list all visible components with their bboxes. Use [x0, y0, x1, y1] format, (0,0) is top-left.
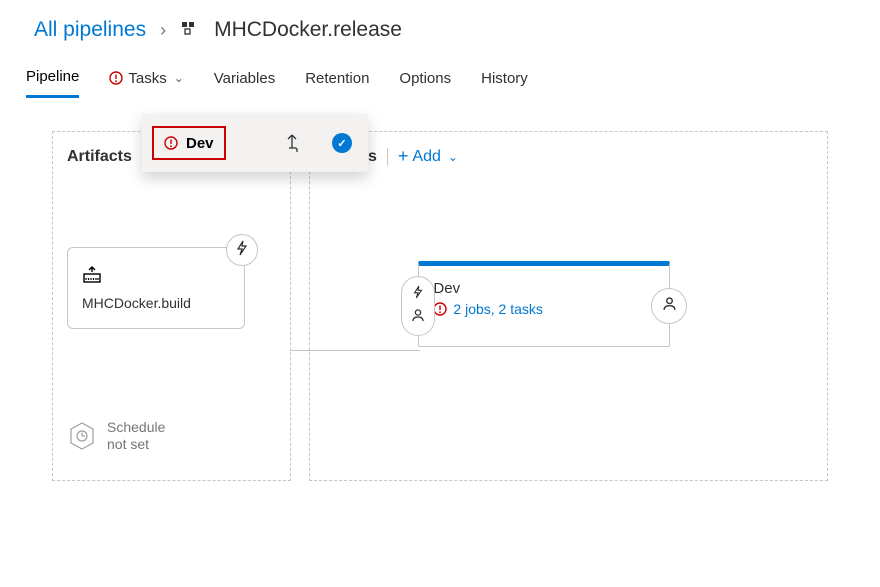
- stage-name: Dev: [433, 280, 655, 297]
- stage-card[interactable]: Dev 2 jobs, 2 tasks: [418, 261, 670, 347]
- stage-jobs-link[interactable]: 2 jobs, 2 tasks: [433, 301, 655, 317]
- tab-bar: Pipeline Tasks ⌄ Variables Retention Opt…: [0, 52, 880, 99]
- person-icon: [662, 296, 677, 316]
- tasks-dropdown-item-dev[interactable]: Dev: [152, 126, 226, 160]
- clock-icon: [67, 421, 97, 451]
- tab-pipeline[interactable]: Pipeline: [26, 68, 79, 98]
- tasks-dropdown: Dev ✓: [142, 114, 368, 172]
- check-circle-icon: ✓: [332, 133, 352, 153]
- pipeline-canvas: Artifacts + Add MHCDocker.build Schedule: [0, 99, 880, 513]
- connector-line: [290, 350, 420, 351]
- schedule-row[interactable]: Schedule not set: [67, 419, 276, 453]
- chevron-down-icon: ⌄: [174, 71, 184, 85]
- lightning-icon: [412, 285, 424, 304]
- artifact-name: MHCDocker.build: [82, 295, 230, 311]
- pre-deployment-conditions-button[interactable]: [401, 276, 435, 336]
- artifacts-panel: Artifacts + Add MHCDocker.build Schedule: [52, 131, 291, 481]
- divider: [387, 148, 388, 166]
- tasks-dropdown-item-label: Dev: [186, 135, 214, 152]
- tab-tasks-label: Tasks: [128, 70, 166, 87]
- person-icon: [411, 308, 425, 327]
- stages-panel: Stages + Add ⌄ Dev: [309, 131, 828, 481]
- breadcrumb: All pipelines › MHCDocker.release: [0, 0, 880, 52]
- plus-icon: +: [398, 146, 409, 167]
- stages-add-button[interactable]: + Add ⌄: [398, 146, 458, 167]
- warning-icon: [433, 302, 447, 316]
- warning-icon: [164, 136, 178, 150]
- breadcrumb-separator: ›: [160, 20, 166, 41]
- warning-icon: [109, 71, 123, 85]
- stages-header: Stages + Add ⌄: [324, 146, 813, 167]
- breadcrumb-root-link[interactable]: All pipelines: [34, 18, 146, 42]
- release-icon: [180, 20, 200, 40]
- stage-meta-label: 2 jobs, 2 tasks: [453, 301, 543, 317]
- tab-tasks[interactable]: Tasks ⌄: [109, 68, 183, 98]
- tab-retention[interactable]: Retention: [305, 68, 369, 98]
- chevron-down-icon: ⌄: [448, 150, 458, 164]
- artifact-card[interactable]: MHCDocker.build: [67, 247, 245, 329]
- cursor-icon: [284, 132, 304, 159]
- schedule-label: Schedule not set: [107, 419, 165, 453]
- tab-options[interactable]: Options: [399, 68, 451, 98]
- stages-add-label: Add: [412, 148, 440, 166]
- artifacts-title: Artifacts: [67, 148, 132, 166]
- artifact-trigger-button[interactable]: [226, 234, 258, 266]
- lightning-icon: [235, 240, 249, 260]
- post-deployment-conditions-button[interactable]: [651, 288, 687, 324]
- page-title: MHCDocker.release: [214, 18, 402, 42]
- tab-history[interactable]: History: [481, 68, 528, 98]
- build-source-icon: [82, 266, 230, 289]
- tab-variables[interactable]: Variables: [214, 68, 275, 98]
